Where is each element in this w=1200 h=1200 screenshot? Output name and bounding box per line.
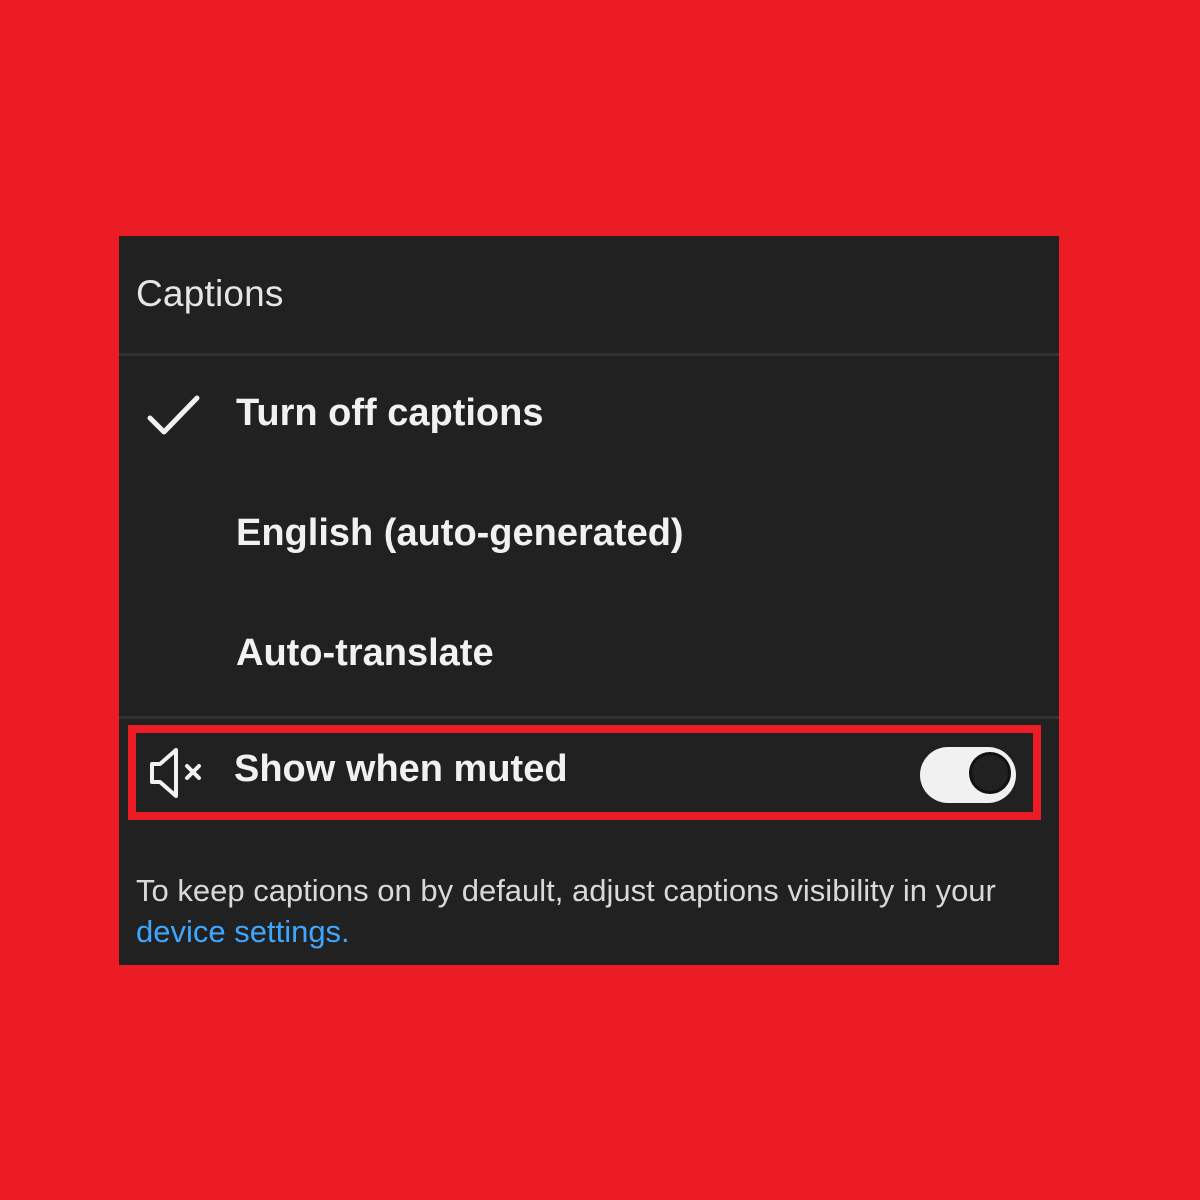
captions-header: Captions bbox=[119, 236, 1059, 353]
panel-title: Captions bbox=[136, 273, 284, 314]
options-divider bbox=[119, 716, 1059, 719]
option-label: English (auto-generated) bbox=[236, 512, 684, 554]
captions-panel: Captions Turn off captions English (auto… bbox=[119, 236, 1059, 965]
toggle-knob bbox=[969, 752, 1011, 794]
captions-footnote: To keep captions on by default, adjust c… bbox=[136, 870, 1051, 952]
option-label: Auto-translate bbox=[236, 632, 494, 674]
show-when-muted-label: Show when muted bbox=[234, 748, 568, 790]
show-when-muted-row[interactable]: Show when muted bbox=[128, 725, 1041, 820]
device-settings-link[interactable]: device settings. bbox=[136, 914, 350, 949]
option-english-auto-generated[interactable]: English (auto-generated) bbox=[119, 476, 1059, 596]
checkmark-icon bbox=[147, 395, 200, 435]
option-turn-off-captions[interactable]: Turn off captions bbox=[119, 356, 1059, 476]
show-when-muted-toggle[interactable] bbox=[920, 747, 1016, 803]
option-label: Turn off captions bbox=[236, 392, 544, 434]
option-auto-translate[interactable]: Auto-translate bbox=[119, 596, 1059, 716]
muted-speaker-icon bbox=[150, 748, 201, 798]
footnote-text: To keep captions on by default, adjust c… bbox=[136, 873, 996, 908]
